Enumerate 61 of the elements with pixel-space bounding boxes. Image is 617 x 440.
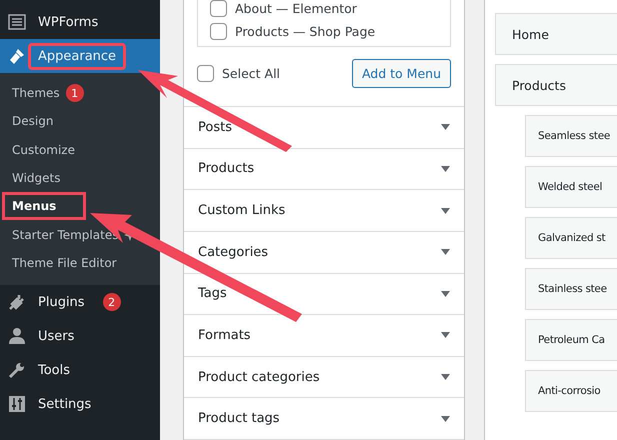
checkbox[interactable] [210, 0, 227, 17]
select-all-label: Select All [222, 66, 280, 81]
caret-down-icon [441, 374, 450, 380]
sidebar-item-label: Appearance [30, 44, 124, 68]
section-title: Products [198, 161, 254, 176]
submenu-item[interactable]: Theme File Editor [0, 248, 160, 278]
sidebar-item-label: Users [37, 328, 76, 346]
add-to-menu-button[interactable]: Add to Menu [352, 59, 451, 88]
sidebar-item[interactable]: Tools [0, 353, 160, 388]
sidebar-item-label: Tools [37, 362, 72, 380]
section-title: Tags [198, 286, 227, 302]
section-title: Posts [198, 120, 232, 135]
section-title: Product tags [198, 411, 280, 426]
accordion-section[interactable]: Product tags [184, 398, 464, 440]
submenu-item[interactable]: Design [0, 107, 160, 136]
sliders-icon [8, 395, 26, 414]
submenu-item[interactable]: Widgets [0, 164, 160, 192]
page-label: About — Elementor [235, 1, 357, 16]
caret-down-icon [441, 332, 450, 338]
sidebar-item-label: Settings [37, 396, 92, 414]
submenu-item[interactable]: Customize [0, 136, 160, 164]
section-title: Custom Links [198, 203, 286, 218]
menu-item-bar[interactable]: Petroleum Ca [525, 319, 617, 361]
caret-down-icon [441, 416, 450, 422]
section-title: Formats [198, 328, 251, 343]
menu-item-bar[interactable]: Home [495, 13, 617, 55]
menu-item-bar[interactable]: Welded steel [525, 166, 617, 208]
menu-item-bar[interactable]: Seamless stee [525, 115, 617, 157]
user-icon [8, 327, 26, 346]
accordion-section[interactable]: Products [184, 148, 464, 190]
page-label: Products — Shop Page [235, 24, 376, 39]
menu-item-bar[interactable]: Galvanized st [525, 217, 617, 259]
sidebar-item[interactable]: Plugins 2 [0, 285, 160, 320]
submenu-item[interactable]: Themes 1 [0, 79, 160, 108]
sidebar-item-label: WPForms [37, 14, 100, 32]
submenu-item[interactable]: Menus [2, 192, 86, 220]
caret-down-icon [441, 166, 450, 172]
paintbrush-icon [8, 47, 26, 65]
caret-down-icon [441, 249, 450, 256]
checkbox[interactable] [210, 23, 227, 40]
form-icon [8, 14, 26, 30]
count-badge: 2 [102, 293, 121, 312]
plug-icon [8, 293, 26, 312]
accordion-section[interactable]: Custom Links [184, 190, 464, 232]
sidebar-item[interactable]: Settings [0, 387, 160, 422]
wrench-icon [8, 361, 26, 380]
caret-down-icon [441, 208, 450, 214]
section-title: Categories [198, 244, 268, 260]
sidebar-item[interactable]: Users [0, 319, 160, 354]
menu-item-bar[interactable]: Anti-corrosio [525, 370, 617, 412]
checkbox[interactable] [197, 65, 214, 82]
accordion-section[interactable]: Product categories [184, 356, 464, 398]
sidebar-item[interactable]: Appearance [0, 39, 160, 73]
count-badge: 1 [66, 84, 84, 102]
caret-down-icon [441, 124, 450, 130]
caret-down-icon [441, 290, 450, 297]
section-title: Product categories [198, 370, 320, 385]
menu-item-bar[interactable]: Stainless stee [525, 268, 617, 310]
sidebar-item[interactable]: WPForms [0, 5, 160, 39]
sidebar-item-label: Plugins [37, 294, 86, 312]
menu-item-bar[interactable]: Products [495, 64, 617, 106]
